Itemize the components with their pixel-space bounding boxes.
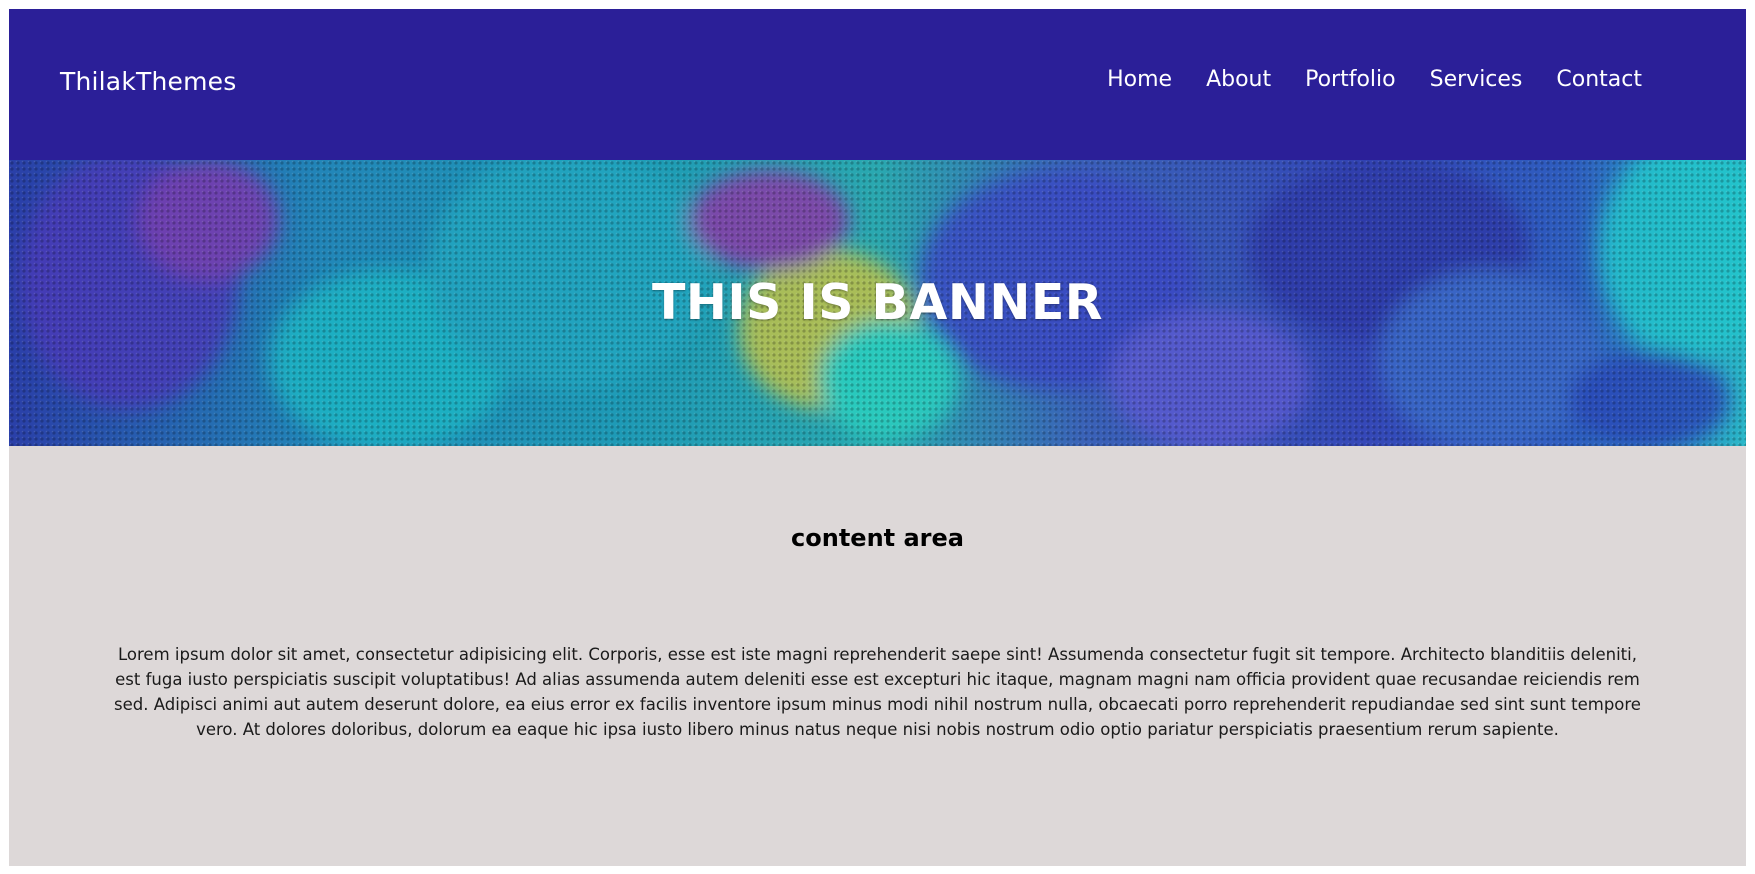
nav-item-contact[interactable]: Contact	[1556, 65, 1642, 95]
content-title: content area	[791, 524, 964, 552]
content-area: content area Lorem ipsum dolor sit amet,…	[9, 446, 1746, 866]
nav-item-about[interactable]: About	[1206, 65, 1271, 95]
nav-item-home[interactable]: Home	[1107, 65, 1172, 95]
page-frame: ThilakThemes Home About Portfolio Servic…	[9, 9, 1746, 866]
content-body-text: Lorem ipsum dolor sit amet, consectetur …	[114, 645, 1641, 739]
site-logo[interactable]: ThilakThemes	[60, 67, 236, 97]
banner-title: THIS IS BANNER	[651, 274, 1104, 331]
site-header: ThilakThemes Home About Portfolio Servic…	[9, 9, 1746, 160]
nav-item-portfolio[interactable]: Portfolio	[1305, 65, 1396, 95]
hero-banner: THIS IS BANNER	[9, 160, 1746, 446]
main-nav: Home About Portfolio Services Contact	[1073, 65, 1642, 95]
nav-item-services[interactable]: Services	[1430, 65, 1523, 95]
